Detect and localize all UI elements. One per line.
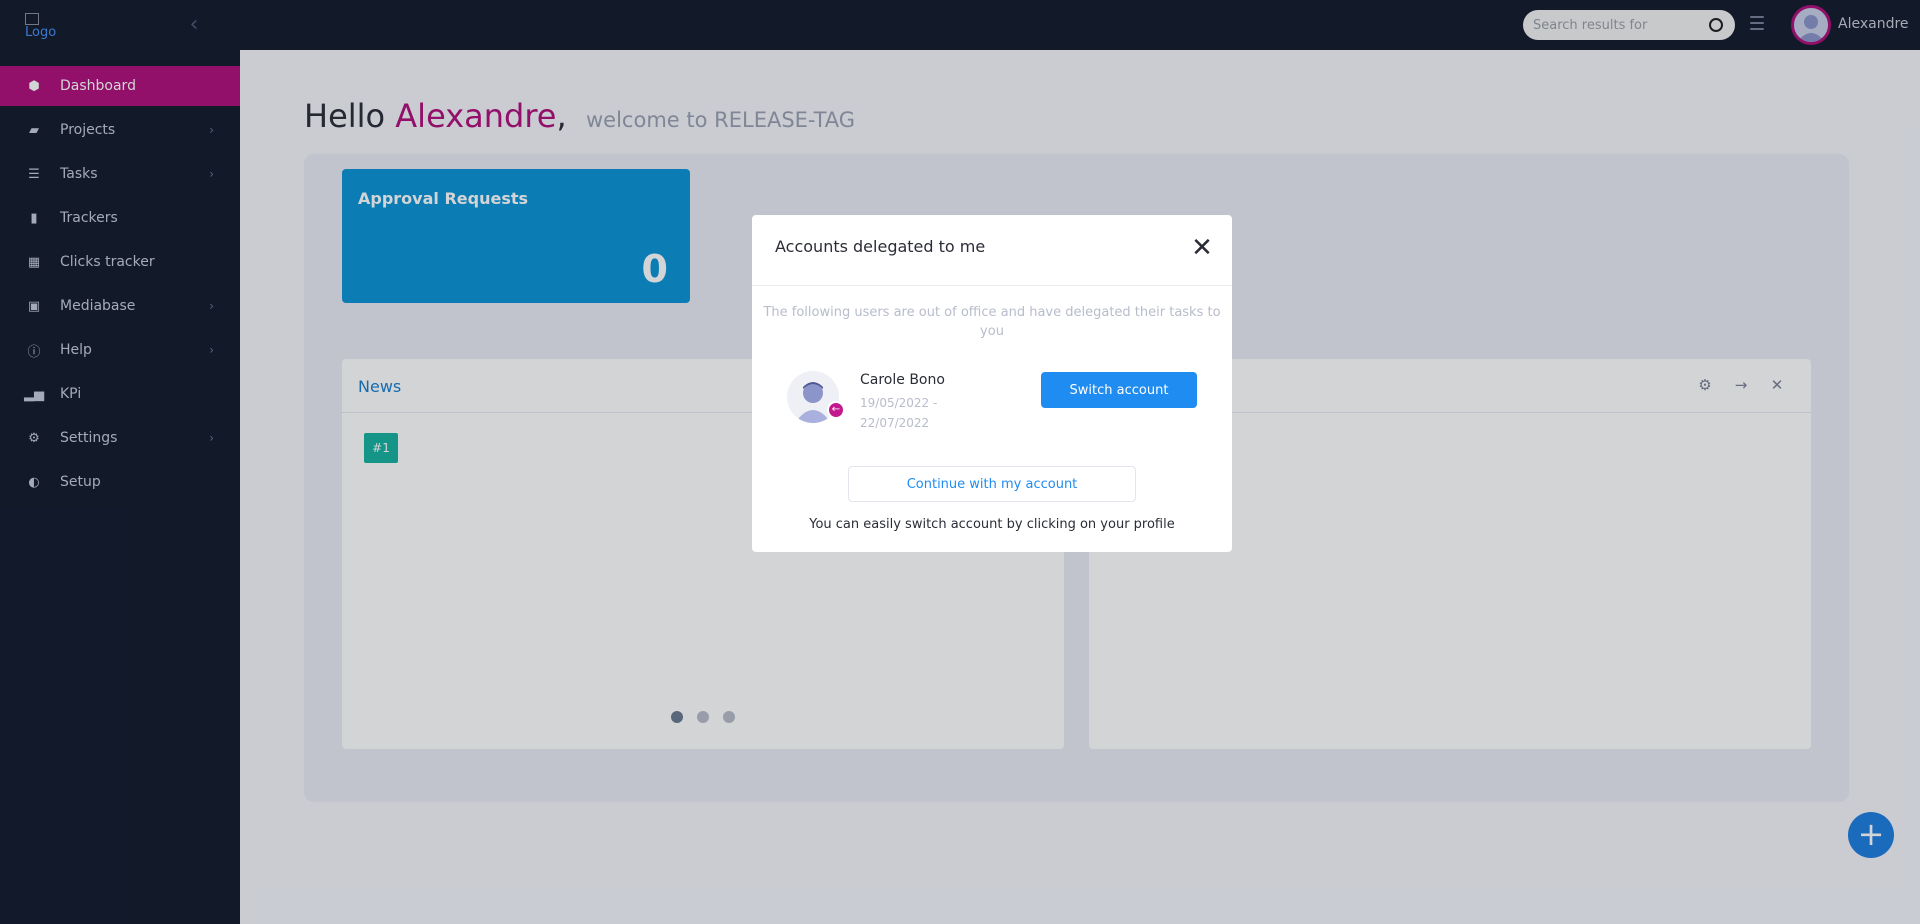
delegator-name: Carole Bono: [860, 372, 945, 388]
modal-title: Accounts delegated to me: [775, 237, 986, 256]
continue-with-my-account-button[interactable]: Continue with my account: [848, 466, 1136, 502]
switch-account-button[interactable]: Switch account: [1041, 372, 1197, 408]
modal-description: The following users are out of office an…: [763, 305, 1221, 339]
delegated-accounts-modal: Accounts delegated to me ✕ The following…: [752, 215, 1232, 552]
modal-header: Accounts delegated to me ✕: [752, 215, 1232, 286]
modal-hint: You can easily switch account by clickin…: [809, 517, 1175, 532]
delegation-dates: 19/05/2022 - 22/07/2022: [860, 396, 938, 430]
delegation-badge-icon: ←: [827, 401, 845, 419]
close-icon[interactable]: ✕: [1190, 235, 1214, 261]
